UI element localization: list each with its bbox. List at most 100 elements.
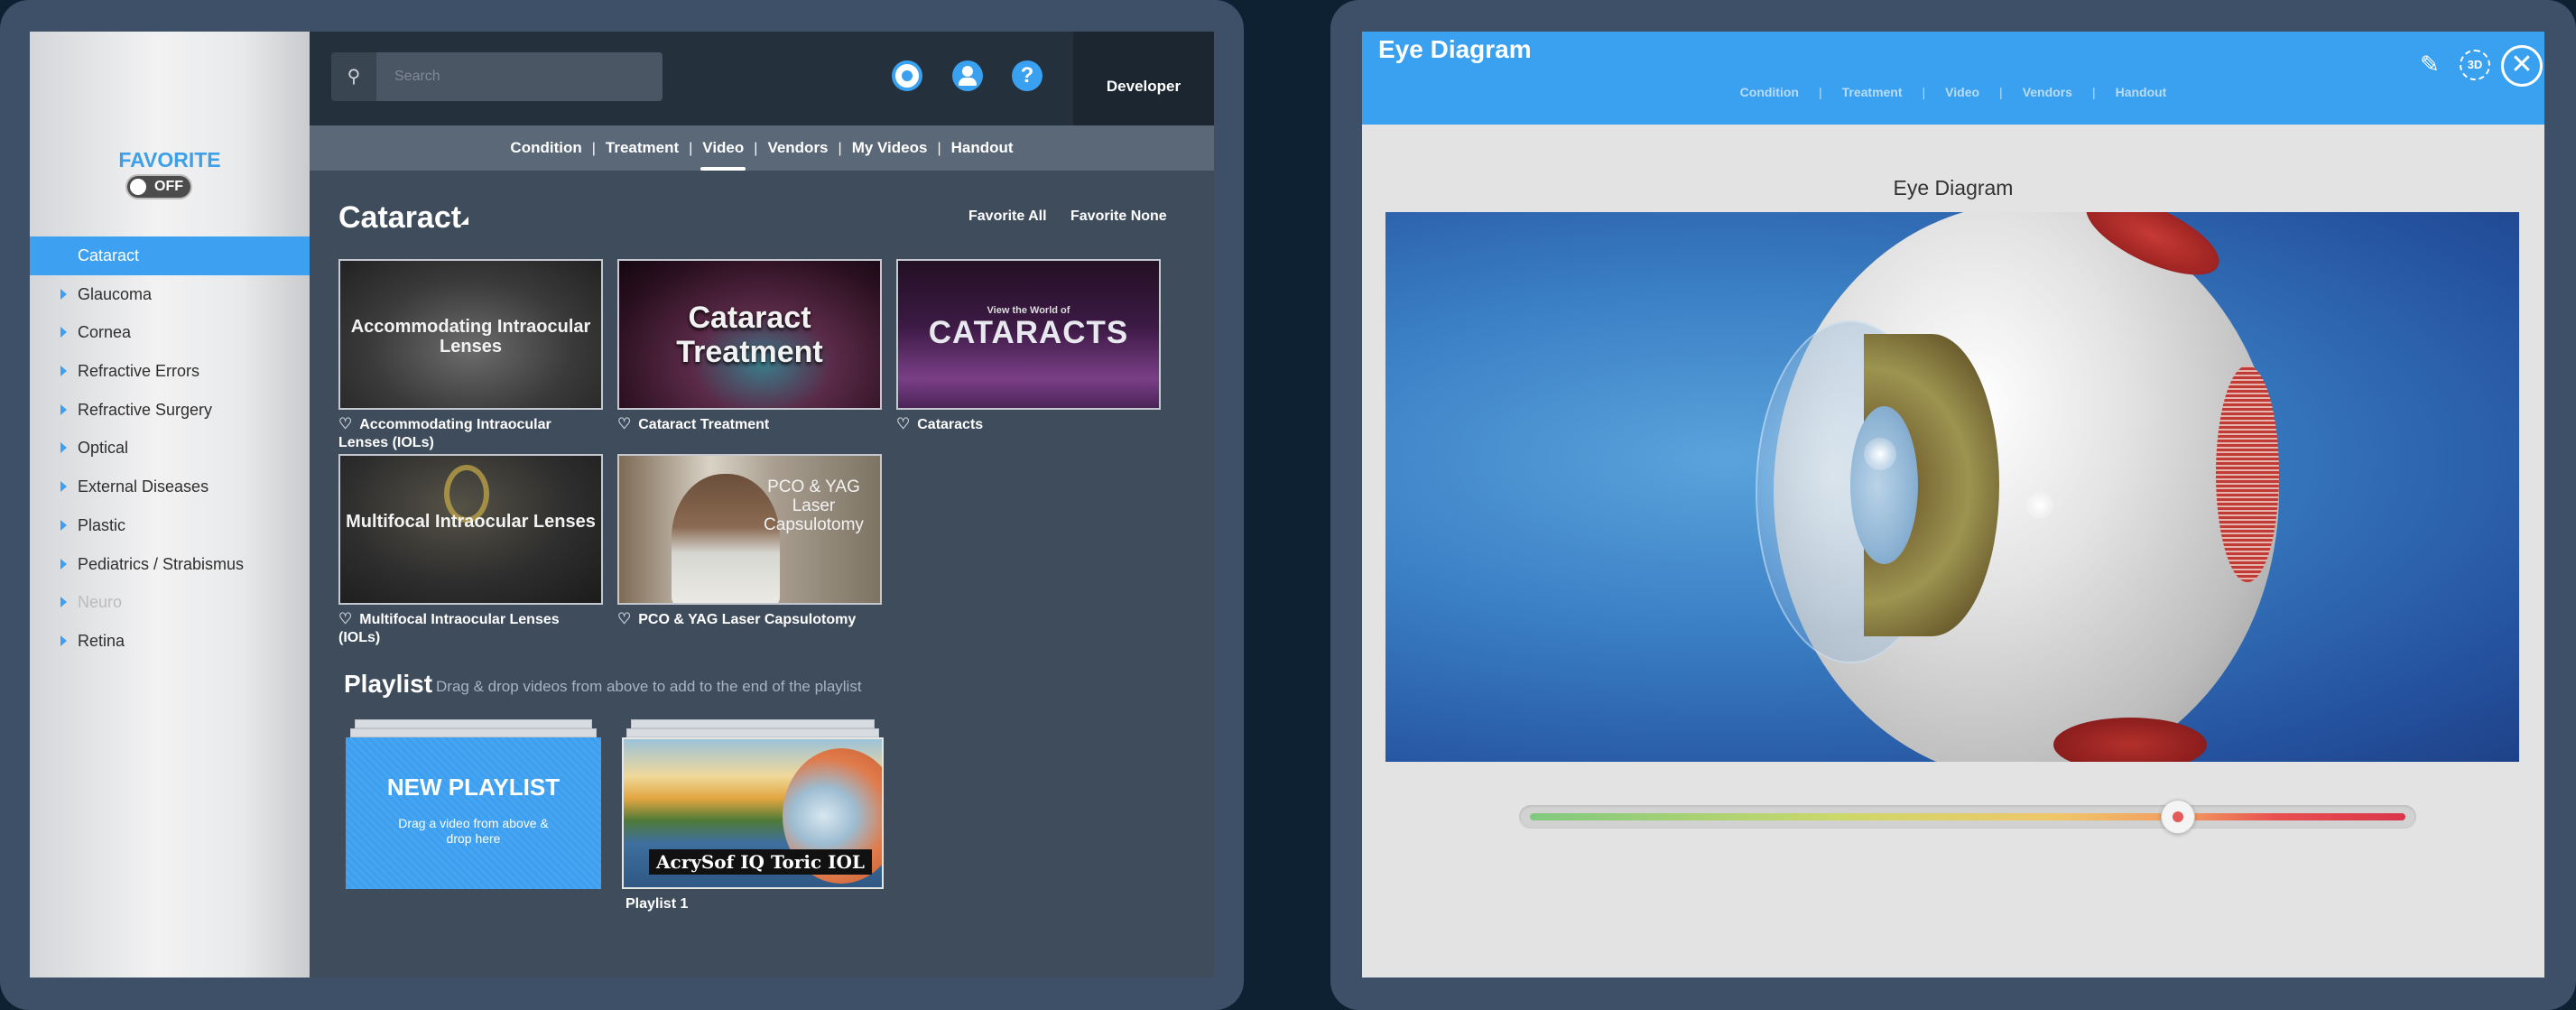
- tab-separator: |: [689, 141, 693, 156]
- sidebar-item-label: Pediatrics / Strabismus: [78, 554, 245, 573]
- refresh-icon[interactable]: [892, 60, 922, 91]
- sidebar-item-pediatrics-strabismus[interactable]: Pediatrics / Strabismus: [30, 545, 310, 584]
- video-card[interactable]: PCO & YAG Laser Capsulotomy ♡ PCO & YAG L…: [617, 454, 882, 629]
- playlist-stack-layer: [626, 728, 879, 737]
- search-input[interactable]: [376, 52, 663, 101]
- eye-highlight: [2026, 492, 2053, 519]
- favorite-none-button[interactable]: Favorite None: [1070, 208, 1167, 225]
- playlist-1-banner: AcrySof IQ Toric IOL: [649, 849, 872, 875]
- close-icon[interactable]: ✕: [2501, 45, 2543, 87]
- diagram-tab-condition[interactable]: Condition: [1740, 85, 1799, 99]
- sidebar-item-cornea[interactable]: Cornea: [30, 313, 310, 352]
- eye-3d-illustration[interactable]: [1385, 212, 2519, 762]
- toggle-knob: [130, 179, 146, 195]
- chevron-right-icon: [60, 481, 67, 493]
- developer-menu[interactable]: Developer: [1073, 32, 1214, 125]
- section-title[interactable]: Cataract: [338, 200, 461, 236]
- playlist-1-card[interactable]: AcrySof IQ Toric IOL: [622, 737, 884, 889]
- heart-icon[interactable]: ♡: [338, 415, 352, 432]
- sidebar-item-refractive-surgery[interactable]: Refractive Surgery: [30, 391, 310, 430]
- sidebar-item-retina[interactable]: Retina: [30, 622, 310, 661]
- chevron-right-icon: [60, 327, 67, 338]
- video-thumbnail[interactable]: Cataract Treatment: [617, 259, 882, 410]
- video-card[interactable]: Cataract Treatment ♡ Cataract Treatment: [617, 259, 882, 434]
- playlist-hint: Drag & drop videos from above to add to …: [436, 678, 862, 695]
- video-thumbnail[interactable]: Multifocal Intraocular Lenses: [338, 454, 603, 605]
- slider-gradient: [1530, 813, 2405, 820]
- video-caption: Accommodating Intraocular Lenses (IOLs): [338, 417, 551, 450]
- user-icon-body: [959, 78, 977, 86]
- tab-separator: |: [2091, 85, 2096, 99]
- sidebar-item-label: Cataract: [78, 246, 140, 264]
- sidebar-item-label: Plastic: [78, 515, 126, 534]
- sidebar-item-plastic[interactable]: Plastic: [30, 506, 310, 545]
- sidebar-item-optical[interactable]: Optical: [30, 429, 310, 468]
- slider-handle[interactable]: [2160, 800, 2195, 834]
- video-thumbnail[interactable]: View the World of CATARACTS: [896, 259, 1161, 410]
- video-caption: PCO & YAG Laser Capsulotomy: [638, 612, 857, 627]
- sidebar-item-refractive-errors[interactable]: Refractive Errors: [30, 352, 310, 391]
- sidebar-item-external-diseases[interactable]: External Diseases: [30, 468, 310, 506]
- heart-icon[interactable]: ♡: [338, 610, 352, 627]
- chevron-right-icon: [60, 403, 67, 415]
- sidebar-item-glaucoma[interactable]: Glaucoma: [30, 275, 310, 314]
- heart-icon[interactable]: ♡: [896, 415, 910, 432]
- video-thumbnail[interactable]: Accommodating Intraocular Lenses: [338, 259, 603, 410]
- main-tab-bar: Condition | Treatment | Video | Vendors | My Vid…: [310, 125, 1214, 171]
- playlist-1-caption: Playlist 1: [625, 896, 689, 912]
- chevron-right-icon: [60, 558, 67, 570]
- sidebar-item-label: Neuro: [78, 593, 123, 612]
- new-playlist-dropzone[interactable]: NEW PLAYLIST Drag a video from above & d…: [346, 737, 601, 889]
- diagram-tab-bar: Condition | Treatment | Video | Vendors | Handou…: [1362, 85, 2544, 101]
- sidebar-item-cataract[interactable]: Cataract: [30, 236, 310, 275]
- video-card[interactable]: Accommodating Intraocular Lenses ♡ Accomm…: [338, 259, 603, 452]
- favorite-all-button[interactable]: Favorite All: [968, 208, 1047, 225]
- category-list: Cataract Glaucoma Cornea Refractive Errors R…: [30, 236, 310, 661]
- diagram-tab-video[interactable]: Video: [1945, 85, 1979, 99]
- sidebar-item-label: Optical: [78, 439, 129, 458]
- tab-video[interactable]: Video: [700, 125, 746, 171]
- tab-handout[interactable]: Handout: [951, 125, 1014, 171]
- main-content: ⚲ ? Developer Condition | Treatment | Video |…: [310, 32, 1214, 978]
- thumbnail-title: Multifocal Intraocular Lenses: [346, 512, 596, 532]
- thumbnail-title: Accommodating Intraocular Lenses: [350, 317, 591, 357]
- diagram-tab-vendors[interactable]: Vendors: [2023, 85, 2072, 99]
- thumbnail-title: CATARACTS: [928, 315, 1129, 350]
- user-icon[interactable]: [952, 60, 983, 91]
- diagram-window-title: Eye Diagram: [1378, 35, 1532, 63]
- diagram-tab-treatment[interactable]: Treatment: [1842, 85, 1903, 99]
- tab-condition[interactable]: Condition: [510, 125, 581, 171]
- tab-separator: |: [1999, 85, 2003, 99]
- eye-diagram-app: Eye Diagram Condition | Treatment | Video | Ve…: [1362, 32, 2544, 978]
- video-card[interactable]: View the World of CATARACTS ♡ Cataracts: [896, 259, 1161, 434]
- severity-slider[interactable]: [1519, 800, 2416, 834]
- tab-treatment[interactable]: Treatment: [606, 125, 679, 171]
- tab-separator: |: [937, 141, 941, 156]
- 3d-rotate-icon[interactable]: 3D: [2460, 50, 2490, 80]
- eye-pupil-lens: [1850, 406, 1918, 564]
- tab-my-videos[interactable]: My Videos: [852, 125, 928, 171]
- caret-down-icon[interactable]: [460, 217, 468, 225]
- sidebar-item-neuro: Neuro: [30, 583, 310, 622]
- favorite-toggle[interactable]: OFF: [125, 174, 192, 199]
- video-caption: Multifocal Intraocular Lenses (IOLs): [338, 612, 560, 645]
- eye-highlight: [1864, 438, 1896, 470]
- pencil-icon[interactable]: ✎: [2420, 51, 2445, 77]
- search-icon[interactable]: ⚲: [331, 52, 376, 101]
- sidebar-item-label: Cornea: [78, 323, 132, 342]
- help-icon[interactable]: ?: [1012, 60, 1042, 91]
- sidebar-item-label: Retina: [78, 631, 125, 650]
- favorite-label: FAVORITE: [118, 148, 221, 171]
- tab-vendors[interactable]: Vendors: [767, 125, 828, 171]
- video-library-app: FAVORITE OFF Cataract Glaucoma Cornea Refra…: [30, 32, 1214, 978]
- video-thumbnail[interactable]: PCO & YAG Laser Capsulotomy: [617, 454, 882, 605]
- chevron-right-icon: [60, 366, 67, 377]
- diagram-tab-handout[interactable]: Handout: [2116, 85, 2167, 99]
- video-caption: Cataracts: [917, 417, 984, 432]
- video-card[interactable]: Multifocal Intraocular Lenses ♡ Multifoca…: [338, 454, 603, 647]
- heart-icon[interactable]: ♡: [617, 610, 631, 627]
- heart-icon[interactable]: ♡: [617, 415, 631, 432]
- developer-label: Developer: [1106, 78, 1181, 95]
- chevron-right-icon: [60, 442, 67, 454]
- video-caption: Cataract Treatment: [638, 417, 770, 432]
